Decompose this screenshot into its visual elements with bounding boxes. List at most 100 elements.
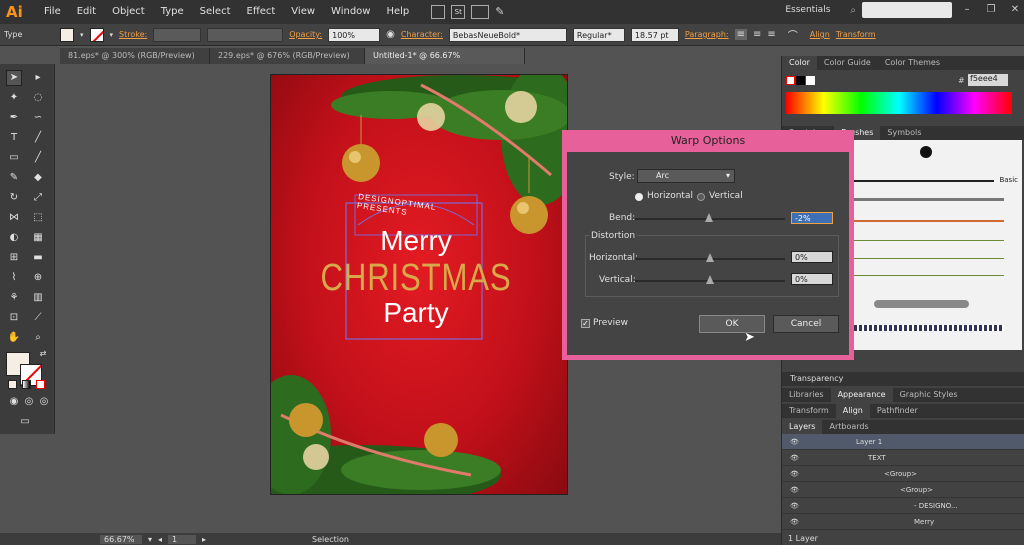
- tab-pathfinder[interactable]: Pathfinder: [870, 404, 925, 418]
- brush-dot-large[interactable]: [920, 146, 932, 158]
- recolor-icon[interactable]: ◉: [386, 29, 395, 40]
- gradient-tool-icon[interactable]: ▬: [31, 252, 45, 264]
- lasso-tool-icon[interactable]: ◌: [31, 92, 45, 104]
- preview-checkbox[interactable]: ✓: [581, 319, 590, 328]
- draw-inside-icon[interactable]: ◎: [37, 396, 51, 408]
- line-tool-icon[interactable]: ╱: [31, 132, 45, 144]
- maximize-icon[interactable]: ❐: [982, 2, 1000, 18]
- eraser-tool-icon[interactable]: ◆: [31, 172, 45, 184]
- help-search-input[interactable]: [862, 2, 952, 18]
- menu-window[interactable]: Window: [323, 0, 378, 24]
- rotate-tool-icon[interactable]: ↻: [7, 192, 21, 204]
- tab-color[interactable]: Color: [782, 56, 817, 70]
- christmas-text[interactable]: CHRISTMAS: [297, 257, 535, 300]
- slice-tool-icon[interactable]: ⟋: [31, 312, 45, 324]
- align-left-icon[interactable]: ≡: [734, 29, 747, 40]
- menu-effect[interactable]: Effect: [239, 0, 284, 24]
- hand-tool-icon[interactable]: ✋: [7, 332, 21, 344]
- font-style-field[interactable]: Regular*: [572, 27, 625, 42]
- variable-width-field[interactable]: [207, 27, 284, 42]
- tab-transform[interactable]: Transform: [782, 404, 836, 418]
- rectangle-tool-icon[interactable]: ▭: [7, 152, 21, 164]
- doc-tab-229[interactable]: 229.eps* @ 676% (RGB/Preview): [210, 48, 365, 64]
- gradient-mode-swatch[interactable]: [22, 380, 31, 389]
- stroke-weight-field[interactable]: [153, 27, 202, 42]
- eye-icon[interactable]: 👁: [790, 514, 799, 530]
- font-family-field[interactable]: BebasNeueBold*: [448, 27, 567, 42]
- tab-align[interactable]: Align: [835, 404, 870, 418]
- doc-tab-81[interactable]: 81.eps* @ 300% (RGB/Preview): [60, 48, 210, 64]
- tab-libraries[interactable]: Libraries: [782, 388, 831, 402]
- style-dropdown[interactable]: Arc ▾: [637, 169, 735, 183]
- align-label[interactable]: Align: [810, 30, 830, 39]
- stroke-label[interactable]: Stroke:: [119, 30, 147, 39]
- draw-behind-icon[interactable]: ◎: [22, 396, 36, 408]
- party-text[interactable]: Party: [271, 297, 561, 329]
- transform-label[interactable]: Transform: [836, 30, 876, 39]
- pencil-tool-icon[interactable]: ✎: [7, 172, 21, 184]
- bridge-icon[interactable]: [431, 5, 446, 19]
- tab-color-themes[interactable]: Color Themes: [878, 56, 947, 70]
- distortion-horizontal-field[interactable]: 0%: [791, 251, 833, 263]
- color-white-swatch[interactable]: [806, 76, 815, 85]
- tab-symbols[interactable]: Symbols: [880, 126, 928, 140]
- fill-swatch[interactable]: [60, 27, 74, 42]
- zoom-dropdown-icon[interactable]: ▾: [148, 535, 152, 544]
- graph-tool-icon[interactable]: ▥: [31, 292, 45, 304]
- next-artboard-icon[interactable]: ▸: [202, 535, 206, 544]
- opacity-label[interactable]: Opacity:: [289, 30, 322, 39]
- cancel-button[interactable]: Cancel: [773, 315, 839, 333]
- free-transform-tool-icon[interactable]: ⬚: [31, 212, 45, 224]
- paragraph-label[interactable]: Paragraph:: [685, 30, 729, 39]
- gpu-icon[interactable]: ✎: [495, 5, 511, 19]
- stroke-swatch[interactable]: [89, 27, 104, 42]
- stroke-dropdown-icon[interactable]: ▾: [110, 31, 114, 39]
- eye-icon[interactable]: 👁: [790, 466, 799, 482]
- color-mode-swatch[interactable]: [8, 380, 17, 389]
- screen-mode-icon[interactable]: ▭: [18, 416, 32, 428]
- eyedropper-tool-icon[interactable]: ⌇: [7, 272, 21, 284]
- selection-tool-icon[interactable]: ➤: [7, 72, 21, 84]
- menu-edit[interactable]: Edit: [69, 0, 104, 24]
- layer-row[interactable]: 👁 <Group>: [782, 482, 1024, 498]
- shape-builder-tool-icon[interactable]: ◐: [7, 232, 21, 244]
- menu-file[interactable]: File: [36, 0, 69, 24]
- artboard-tool-icon[interactable]: ⊡: [7, 312, 21, 324]
- ok-button[interactable]: OK: [699, 315, 765, 333]
- blend-tool-icon[interactable]: ⊕: [31, 272, 45, 284]
- perspective-grid-tool-icon[interactable]: ▦: [31, 232, 45, 244]
- eye-icon[interactable]: 👁: [790, 482, 799, 498]
- layer-row[interactable]: 👁 Merry: [782, 514, 1024, 530]
- close-icon[interactable]: ✕: [1006, 2, 1024, 18]
- paintbrush-tool-icon[interactable]: ╱: [31, 152, 45, 164]
- character-label[interactable]: Character:: [401, 30, 443, 39]
- eye-icon[interactable]: 👁: [790, 434, 799, 450]
- zoom-tool-icon[interactable]: ⌕: [31, 332, 45, 344]
- eye-icon[interactable]: 👁: [790, 498, 799, 514]
- merry-text[interactable]: Merry: [271, 225, 561, 257]
- layer-row[interactable]: 👁 <Group>: [782, 466, 1024, 482]
- hex-input[interactable]: f5eee4: [968, 74, 1008, 86]
- zoom-field[interactable]: 66.67%: [100, 534, 142, 544]
- none-mode-swatch[interactable]: [36, 380, 45, 389]
- prev-artboard-icon[interactable]: ◂: [158, 535, 162, 544]
- distortion-vertical-field[interactable]: 0%: [791, 273, 833, 285]
- menu-view[interactable]: View: [283, 0, 323, 24]
- menu-type[interactable]: Type: [153, 0, 192, 24]
- bend-value-field[interactable]: -2%: [791, 212, 833, 224]
- symbol-sprayer-tool-icon[interactable]: ⚘: [7, 292, 21, 304]
- layer-row[interactable]: 👁 Layer 1: [782, 434, 1024, 450]
- eye-icon[interactable]: 👁: [790, 450, 799, 466]
- menu-help[interactable]: Help: [378, 0, 417, 24]
- menu-select[interactable]: Select: [192, 0, 239, 24]
- workspace-switcher[interactable]: Essentials: [785, 5, 830, 15]
- mesh-tool-icon[interactable]: ⊞: [7, 252, 21, 264]
- magic-wand-tool-icon[interactable]: ✦: [7, 92, 21, 104]
- artboard[interactable]: DESIGNOPTIMAL PRESENTS Merry CHRISTMAS P…: [270, 74, 568, 495]
- warp-text-icon[interactable]: ⌒: [788, 27, 798, 42]
- align-center-icon[interactable]: ≡: [753, 29, 761, 40]
- minimize-icon[interactable]: –: [958, 2, 976, 18]
- direct-selection-tool-icon[interactable]: ▸: [31, 72, 45, 84]
- stock-icon[interactable]: St: [451, 5, 466, 19]
- type-tool-icon[interactable]: T: [7, 132, 21, 144]
